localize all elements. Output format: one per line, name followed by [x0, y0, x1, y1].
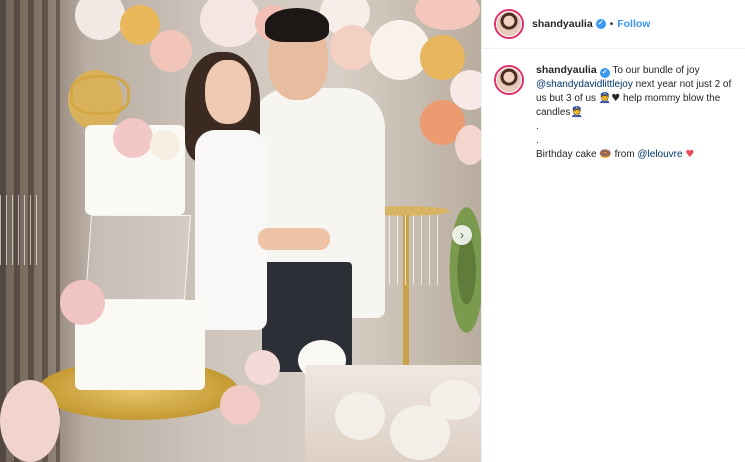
caption-dot: .: [536, 121, 539, 132]
red-heart-emoji: ♥: [685, 149, 695, 160]
avatar-image: [497, 12, 521, 36]
dessert-jar: [335, 392, 385, 440]
police-face-emoji: 👮: [598, 93, 612, 104]
paper-flower: [150, 30, 192, 72]
paper-flower: [455, 125, 481, 165]
avatar[interactable]: [494, 65, 524, 95]
post-side-panel: shandyaulia ✓ • Follow shandyaulia ✓ To o…: [481, 0, 745, 462]
carousel-next-icon[interactable]: ›: [452, 225, 472, 245]
caption-dot: .: [536, 135, 539, 146]
cake-glass-tier: [85, 215, 191, 300]
greenery: [445, 190, 481, 350]
paper-flower: [75, 0, 125, 40]
woman-arm: [258, 228, 330, 250]
cake-rose: [220, 385, 260, 425]
verified-badge-icon: ✓: [595, 19, 606, 29]
cake-topper: [70, 75, 130, 115]
flower-arrangement: [0, 380, 60, 462]
caption-comment: shandyaulia ✓ To our bundle of joy @shand…: [482, 49, 745, 162]
woman-dress: [195, 130, 267, 330]
post-photo[interactable]: ›: [0, 0, 481, 462]
paper-flower: [415, 0, 480, 30]
cake-rose: [150, 130, 180, 160]
caption-text: To our bundle of joy: [612, 65, 700, 76]
police-face-emoji: 👮: [570, 107, 583, 118]
post-header: shandyaulia ✓ • Follow: [482, 0, 745, 49]
mention-link[interactable]: @shandydavidlittlejoy: [536, 79, 633, 90]
avatar[interactable]: [494, 9, 524, 39]
caption-username[interactable]: shandyaulia: [536, 64, 597, 76]
cake-rose: [245, 350, 280, 385]
header-username[interactable]: shandyaulia: [532, 18, 593, 30]
cake-emoji: 🍩: [599, 149, 612, 160]
cake-rose: [60, 280, 105, 325]
dessert-jar: [430, 380, 480, 420]
mention-link[interactable]: @lelouvre: [637, 149, 682, 160]
man-hair: [265, 8, 329, 42]
crystal-strands-left: [0, 195, 40, 265]
paper-flower: [200, 0, 260, 47]
avatar-image: [497, 68, 521, 92]
verified-badge-icon: ✓: [599, 68, 610, 78]
woman-face: [205, 60, 251, 124]
caption-text: from: [614, 149, 635, 160]
follow-button[interactable]: Follow: [617, 18, 650, 30]
header-separator: •: [609, 18, 614, 30]
paper-flower: [330, 25, 375, 70]
caption-body: shandyaulia ✓ To our bundle of joy @shand…: [536, 63, 733, 162]
cake-rose: [113, 118, 153, 158]
heart-emoji: ♥: [611, 93, 621, 104]
carousel-next-glyph: ›: [460, 228, 464, 242]
caption-text: Birthday cake: [536, 149, 597, 160]
